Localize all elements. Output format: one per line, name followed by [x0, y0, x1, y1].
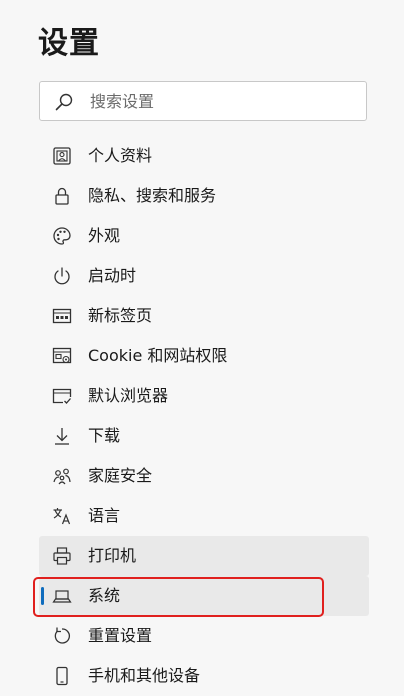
- download-icon: [51, 425, 73, 447]
- nav-item-printers[interactable]: 打印机: [39, 536, 369, 576]
- nav-item-reset[interactable]: 重置设置: [39, 616, 369, 656]
- printer-icon: [51, 545, 73, 567]
- search-icon: [54, 92, 74, 112]
- nav-item-privacy[interactable]: 隐私、搜索和服务: [39, 176, 369, 216]
- nav-item-family-safety[interactable]: 家庭安全: [39, 456, 369, 496]
- nav-label: 启动时: [88, 266, 137, 285]
- nav-item-system[interactable]: 系统: [39, 576, 369, 616]
- nav-label: 语言: [88, 506, 121, 525]
- lock-icon: [51, 185, 73, 207]
- nav-label: 隐私、搜索和服务: [88, 186, 217, 205]
- nav-label: 新标签页: [88, 306, 153, 325]
- selected-indicator: [41, 587, 44, 605]
- site-permissions-icon: [51, 345, 73, 367]
- nav-label: 外观: [88, 226, 121, 245]
- nav-label: 重置设置: [88, 626, 153, 645]
- laptop-icon: [51, 585, 73, 607]
- nav-item-startup[interactable]: 启动时: [39, 256, 369, 296]
- reset-icon: [51, 625, 73, 647]
- family-icon: [51, 465, 73, 487]
- nav-label: 系统: [88, 586, 121, 605]
- nav-item-cookies[interactable]: Cookie 和网站权限: [39, 336, 369, 376]
- profile-icon: [51, 145, 73, 167]
- nav-item-languages[interactable]: 语言: [39, 496, 369, 536]
- language-icon: [51, 505, 73, 527]
- nav-item-downloads[interactable]: 下载: [39, 416, 369, 456]
- nav-label: Cookie 和网站权限: [88, 346, 228, 365]
- nav-item-phone-devices[interactable]: 手机和其他设备: [39, 656, 369, 696]
- nav-item-profile[interactable]: 个人资料: [39, 136, 369, 176]
- new-tab-icon: [51, 305, 73, 327]
- nav-label: 家庭安全: [88, 466, 153, 485]
- nav-item-appearance[interactable]: 外观: [39, 216, 369, 256]
- search-box[interactable]: [39, 81, 367, 121]
- default-browser-icon: [51, 385, 73, 407]
- nav-label: 下载: [88, 426, 121, 445]
- nav-label: 默认浏览器: [88, 386, 169, 405]
- phone-icon: [51, 665, 73, 687]
- settings-nav: 个人资料 隐私、搜索和服务 外观 启动时 新标签页 Cookie 和网站权限 默…: [39, 136, 369, 696]
- nav-label: 打印机: [88, 546, 137, 565]
- power-icon: [51, 265, 73, 287]
- page-title: 设置: [38, 26, 100, 61]
- nav-item-default-browser[interactable]: 默认浏览器: [39, 376, 369, 416]
- nav-label: 个人资料: [88, 146, 153, 165]
- palette-icon: [51, 225, 73, 247]
- nav-label: 手机和其他设备: [88, 666, 201, 685]
- search-input[interactable]: [90, 82, 350, 120]
- nav-item-new-tab[interactable]: 新标签页: [39, 296, 369, 336]
